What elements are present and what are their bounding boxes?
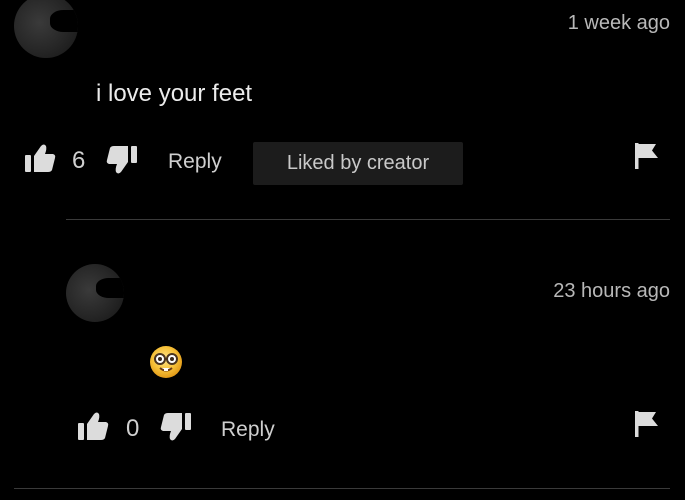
comment-timestamp: 23 hours ago [553,280,670,302]
thumbs-up-icon[interactable] [77,411,109,441]
reply-button[interactable]: Reply [221,418,275,442]
thumbs-down-icon[interactable] [160,412,192,442]
like-count: 0 [126,415,140,442]
nerd-face-emoji [150,346,182,378]
divider [66,219,670,220]
thumbs-up-icon[interactable] [24,143,56,173]
reply-button[interactable]: Reply [168,150,222,174]
liked-by-creator-badge: Liked by creator [253,142,463,185]
comment-text: i love your feet [96,80,253,107]
thumbs-down-icon[interactable] [106,145,138,175]
divider [14,488,670,489]
like-count: 6 [72,147,86,174]
flag-icon[interactable] [634,142,660,170]
comments-section: 1 week ago i love your feet 6 Reply Like… [0,0,685,500]
avatar[interactable] [14,0,78,58]
flag-icon[interactable] [634,410,660,438]
comment-timestamp: 1 week ago [567,12,670,34]
avatar[interactable] [66,264,124,322]
